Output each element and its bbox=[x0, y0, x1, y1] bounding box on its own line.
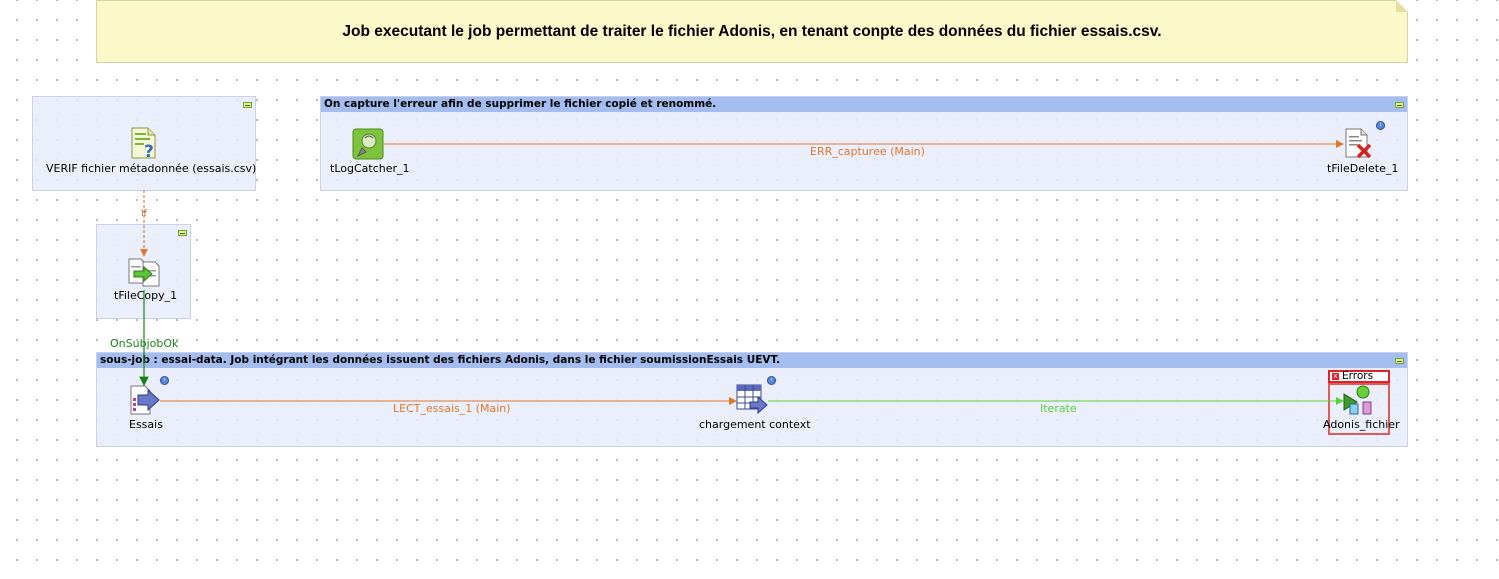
onsubjobok-label[interactable]: OnSubjobOk bbox=[110, 337, 178, 350]
lect-essais-label[interactable]: LECT_essais_1 (Main) bbox=[393, 402, 511, 415]
if-trigger-label[interactable]: If bbox=[141, 209, 147, 219]
connections-layer bbox=[139, 140, 1344, 405]
iterate-label[interactable]: Iterate bbox=[1040, 402, 1077, 415]
